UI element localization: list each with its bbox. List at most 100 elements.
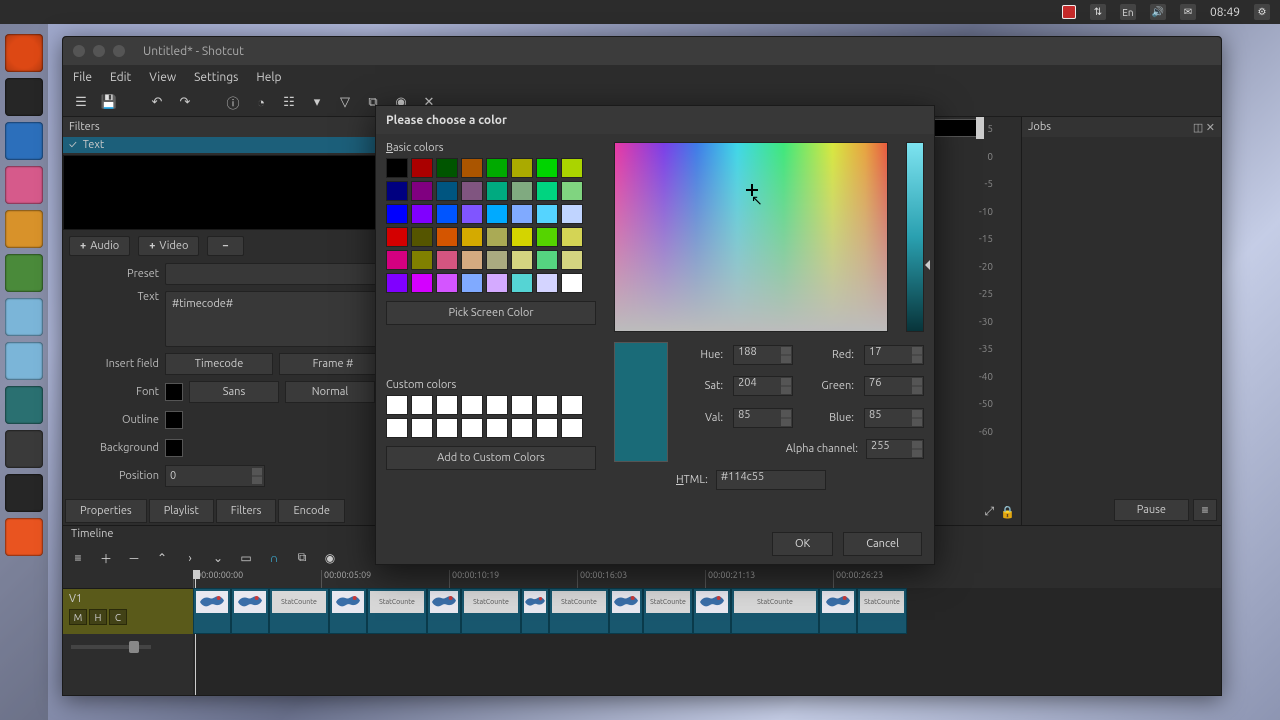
dock-app-6[interactable] (5, 342, 43, 380)
timeline-clip[interactable]: StatCounte (269, 588, 329, 634)
color-swatch[interactable] (536, 158, 558, 178)
tool-1-icon[interactable]: ⓘ (225, 95, 241, 111)
custom-color-slot[interactable] (561, 418, 583, 438)
undo-icon[interactable]: ↶ (149, 95, 165, 111)
color-swatch[interactable] (511, 227, 533, 247)
tab-filters[interactable]: Filters (216, 499, 277, 523)
keyboard-layout-icon[interactable]: En (1120, 4, 1136, 20)
color-swatch[interactable] (386, 227, 408, 247)
color-swatch[interactable] (486, 204, 508, 224)
custom-color-slot[interactable] (561, 395, 583, 415)
tl-snap-icon[interactable]: ∩ (267, 551, 281, 565)
blue-input[interactable]: 85 (864, 408, 924, 428)
dock-app-2[interactable] (5, 166, 43, 204)
network-icon[interactable]: ⇅ (1090, 4, 1106, 20)
color-swatch[interactable] (386, 158, 408, 178)
jobs-menu-icon[interactable]: ≡ (1193, 499, 1217, 521)
tl-up-icon[interactable]: ⌃ (155, 551, 169, 565)
color-swatch[interactable] (411, 181, 433, 201)
color-swatch[interactable] (561, 227, 583, 247)
open-icon[interactable]: ☰ (73, 95, 89, 111)
menu-help[interactable]: Help (256, 71, 281, 84)
custom-color-slot[interactable] (461, 418, 483, 438)
color-swatch[interactable] (461, 250, 483, 270)
track-composite-button[interactable]: C (109, 609, 127, 625)
custom-color-slot[interactable] (461, 395, 483, 415)
color-swatch[interactable] (511, 181, 533, 201)
track-hide-button[interactable]: H (89, 609, 107, 625)
tool-2-icon[interactable]: ◔ (253, 95, 269, 111)
alpha-input[interactable]: 255 (866, 439, 924, 459)
custom-color-slot[interactable] (511, 395, 533, 415)
custom-color-slot[interactable] (436, 395, 458, 415)
custom-color-slot[interactable] (536, 418, 558, 438)
color-field[interactable]: ↖ (614, 142, 888, 332)
custom-color-slot[interactable] (536, 395, 558, 415)
timeline-clip[interactable]: StatCounte (643, 588, 693, 634)
color-swatch[interactable] (536, 250, 558, 270)
green-input[interactable]: 76 (864, 376, 924, 396)
color-swatch[interactable] (561, 273, 583, 293)
lock-icon[interactable]: 🔒 (1000, 505, 1015, 519)
redo-icon[interactable]: ↷ (177, 95, 193, 111)
maximize-window-icon[interactable] (113, 45, 125, 57)
position-x-spinner[interactable]: 0 (165, 465, 265, 487)
timeline-clip[interactable] (427, 588, 461, 634)
font-family-button[interactable]: Sans (189, 381, 279, 403)
save-icon[interactable]: 💾 (101, 95, 117, 111)
timeline-clip[interactable] (819, 588, 857, 634)
clock[interactable]: 08:49 (1210, 6, 1240, 19)
dock-app-1[interactable] (5, 122, 43, 160)
custom-color-slot[interactable] (486, 418, 508, 438)
color-swatch[interactable] (561, 158, 583, 178)
color-swatch[interactable] (511, 273, 533, 293)
tl-marker-icon[interactable]: ◉ (323, 551, 337, 565)
track-header-v1[interactable]: V1 M H C (63, 588, 193, 634)
dock-app-10[interactable] (5, 518, 43, 556)
dock-app-5[interactable] (5, 298, 43, 336)
insert-frame-button[interactable]: Frame # (279, 353, 387, 375)
custom-color-slot[interactable] (411, 418, 433, 438)
tl-menu-icon[interactable]: ≡ (71, 551, 85, 565)
remove-filter-button[interactable]: − (207, 236, 243, 256)
font-color-swatch[interactable] (165, 383, 183, 401)
timeline-zoom-slider[interactable] (63, 634, 193, 660)
val-input[interactable]: 85 (733, 408, 793, 428)
html-input[interactable]: #114c55 (716, 470, 826, 490)
color-swatch[interactable] (486, 273, 508, 293)
timeline-clip[interactable]: StatCounte (549, 588, 609, 634)
timeline-clip[interactable] (693, 588, 731, 634)
color-swatch[interactable] (411, 158, 433, 178)
dock-app-8[interactable] (5, 430, 43, 468)
add-audio-button[interactable]: +Audio (69, 236, 130, 256)
dock-app-7[interactable] (5, 386, 43, 424)
pause-button[interactable]: Pause (1114, 499, 1189, 521)
timeline-clip[interactable]: StatCounte (857, 588, 907, 634)
add-video-button[interactable]: +Video (138, 236, 199, 256)
tl-split-icon[interactable]: ▭ (239, 551, 253, 565)
color-swatch[interactable] (486, 181, 508, 201)
color-swatch[interactable] (436, 158, 458, 178)
menu-view[interactable]: View (149, 71, 176, 84)
ok-button[interactable]: OK (772, 532, 833, 556)
color-swatch[interactable] (511, 158, 533, 178)
mail-icon[interactable]: ✉ (1180, 4, 1196, 20)
color-swatch[interactable] (461, 158, 483, 178)
custom-color-slot[interactable] (411, 395, 433, 415)
custom-color-slot[interactable] (486, 395, 508, 415)
tl-remove-icon[interactable]: － (127, 551, 141, 565)
value-slider[interactable] (906, 142, 924, 332)
menu-settings[interactable]: Settings (194, 71, 238, 84)
add-to-custom-colors-button[interactable]: Add to Custom Colors (386, 446, 596, 470)
dock-app-9[interactable] (5, 474, 43, 512)
color-swatch[interactable] (436, 250, 458, 270)
tool-3-icon[interactable]: ☷ (281, 95, 297, 111)
color-swatch[interactable] (536, 273, 558, 293)
gear-icon[interactable]: ⚙ (1254, 4, 1270, 20)
tab-playlist[interactable]: Playlist (149, 499, 214, 523)
color-swatch[interactable] (411, 227, 433, 247)
volume-icon[interactable]: 🔊 (1150, 4, 1166, 20)
color-swatch[interactable] (411, 273, 433, 293)
timeline-ruler[interactable]: 00:00:00:0000:00:05:0900:00:10:1900:00:1… (193, 570, 1221, 588)
dock-app-3[interactable] (5, 210, 43, 248)
